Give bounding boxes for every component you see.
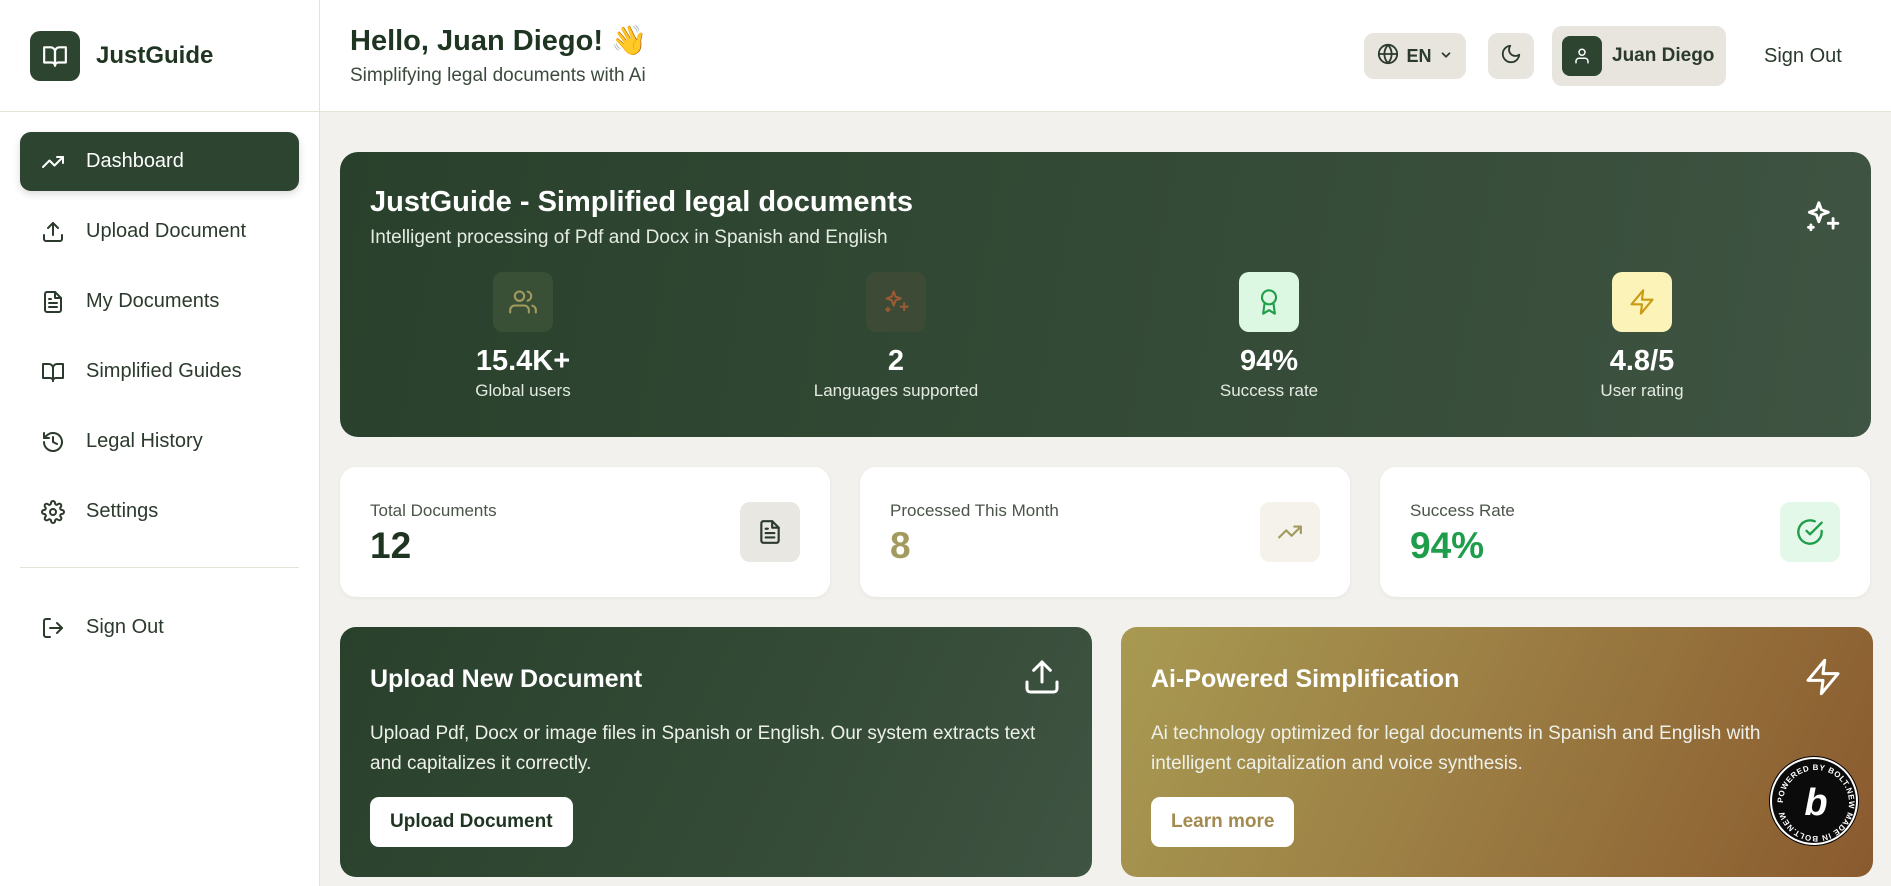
stat-label: Global users	[475, 381, 571, 400]
theme-toggle-button[interactable]	[1488, 33, 1534, 79]
history-icon	[40, 429, 66, 455]
metric-value: 12	[370, 525, 412, 566]
sidebar: JustGuide Dashboard Upload Document My D…	[0, 0, 320, 886]
upload-new-document-card: Upload New Document Upload Pdf, Docx or …	[340, 627, 1092, 877]
stat-value: 2	[887, 345, 905, 377]
bolt-badge-graphic: POWERED BY BOLT.NEW MADE IN BOLT.NEW b	[1776, 763, 1856, 843]
user-name: Juan Diego	[1612, 45, 1715, 66]
action-title: Ai-Powered Simplification	[1151, 665, 1460, 693]
metric-card-processed-this-month: Processed This Month 8	[860, 467, 1350, 597]
sidebar-item-label: Dashboard	[86, 150, 184, 172]
stat-global-users: 15.4K+ Global users	[373, 272, 673, 401]
greeting-title: Hello, Juan Diego! 👋	[350, 25, 648, 57]
user-menu-button[interactable]: Juan Diego	[1552, 26, 1726, 86]
upload-icon	[40, 219, 66, 245]
action-description: Upload Pdf, Docx or image files in Spani…	[370, 723, 1036, 774]
book-open-icon	[40, 359, 66, 385]
metric-value: 94%	[1410, 525, 1485, 566]
language-selector[interactable]: EN	[1364, 33, 1466, 79]
greeting-subtitle: Simplifying legal documents with Ai	[350, 65, 646, 86]
metric-label: Processed This Month	[890, 501, 1059, 520]
file-text-icon	[40, 289, 66, 315]
hero-title: JustGuide - Simplified legal documents	[370, 186, 914, 218]
stat-languages: 2 Languages supported	[746, 272, 1046, 401]
user-avatar-icon	[1562, 36, 1602, 76]
header-sign-out-link[interactable]: Sign Out	[1764, 45, 1842, 68]
sparkles-icon	[866, 272, 926, 332]
metric-label: Total Documents	[370, 501, 497, 520]
action-title: Upload New Document	[370, 665, 643, 693]
metric-value: 8	[890, 525, 911, 566]
sidebar-item-dashboard[interactable]: Dashboard	[20, 132, 299, 191]
stat-label: User rating	[1600, 381, 1684, 400]
bolt-badge[interactable]: POWERED BY BOLT.NEW MADE IN BOLT.NEW b	[1770, 757, 1858, 845]
metric-card-total-documents: Total Documents 12	[340, 467, 830, 597]
upload-document-button[interactable]: Upload Document	[370, 797, 573, 847]
sidebar-item-legal-history[interactable]: Legal History	[20, 412, 299, 471]
brand-name[interactable]: JustGuide	[96, 42, 213, 70]
sparkles-icon	[1803, 198, 1841, 241]
globe-icon	[1377, 43, 1399, 70]
sidebar-item-upload-document[interactable]: Upload Document	[20, 202, 299, 261]
trending-up-icon	[1260, 502, 1320, 562]
stat-user-rating: 4.8/5 User rating	[1492, 272, 1792, 401]
metric-label: Success Rate	[1410, 501, 1515, 520]
moon-icon	[1500, 43, 1522, 70]
upload-icon	[1022, 657, 1062, 702]
hero-banner: JustGuide - Simplified legal documents I…	[340, 152, 1871, 437]
sign-out-icon	[40, 615, 66, 641]
stat-value: 4.8/5	[1609, 345, 1675, 377]
chevron-down-icon	[1439, 46, 1453, 67]
sidebar-nav: Dashboard Upload Document My Documents S…	[0, 112, 319, 541]
stat-label: Languages supported	[813, 381, 979, 400]
stat-value: 94%	[1239, 345, 1299, 377]
sidebar-item-label: Legal History	[86, 430, 203, 452]
sidebar-item-simplified-guides[interactable]: Simplified Guides	[20, 342, 299, 401]
sidebar-item-label: Sign Out	[86, 616, 164, 638]
metric-card-success-rate: Success Rate 94%	[1380, 467, 1870, 597]
sidebar-item-my-documents[interactable]: My Documents	[20, 272, 299, 331]
learn-more-button[interactable]: Learn more	[1151, 797, 1295, 847]
sidebar-item-settings[interactable]: Settings	[20, 482, 299, 541]
award-icon	[1239, 272, 1299, 332]
top-header: Hello, Juan Diego! 👋 Simplifying legal d…	[320, 0, 1891, 112]
file-text-icon	[740, 502, 800, 562]
book-logo-icon[interactable]	[30, 30, 80, 81]
sidebar-divider	[20, 567, 299, 568]
bolt-icon	[1803, 657, 1843, 702]
stat-value: 15.4K+	[475, 345, 571, 377]
users-icon	[493, 272, 553, 332]
language-label: EN	[1406, 45, 1432, 66]
sidebar-sign-out[interactable]: Sign Out	[20, 598, 299, 657]
ai-simplification-card: Ai-Powered Simplification Ai technology …	[1121, 627, 1873, 877]
gear-icon	[40, 499, 66, 525]
action-description: Ai technology optimized for legal docume…	[1151, 723, 1761, 774]
stat-label: Success rate	[1219, 381, 1319, 400]
bolt-icon	[1612, 272, 1672, 332]
sidebar-item-label: My Documents	[86, 290, 220, 312]
trending-up-icon	[40, 149, 66, 175]
brand: JustGuide	[0, 0, 319, 112]
sidebar-item-label: Simplified Guides	[86, 360, 242, 382]
check-circle-icon	[1780, 502, 1840, 562]
stat-success-rate: 94% Success rate	[1119, 272, 1419, 401]
badge-letter: b	[1804, 782, 1827, 824]
sidebar-item-label: Upload Document	[86, 220, 247, 242]
hero-subtitle: Intelligent processing of Pdf and Docx i…	[370, 227, 888, 248]
sidebar-item-label: Settings	[86, 500, 159, 522]
